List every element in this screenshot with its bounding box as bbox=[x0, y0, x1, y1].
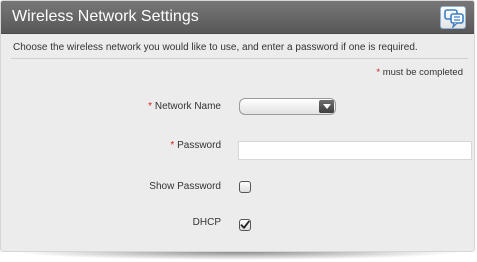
show-password-label: Show Password bbox=[149, 181, 221, 192]
password-field[interactable] bbox=[238, 141, 472, 160]
help-button[interactable] bbox=[440, 6, 466, 29]
required-star: * bbox=[148, 101, 153, 112]
title-bar: Wireless Network Settings bbox=[1, 1, 474, 34]
panel-shadow bbox=[14, 252, 461, 260]
password-label-text: Password bbox=[177, 140, 221, 151]
show-password-checkbox[interactable] bbox=[239, 181, 251, 193]
wireless-settings-panel: Wireless Network Settings Choose the wir… bbox=[0, 0, 475, 252]
window-title: Wireless Network Settings bbox=[12, 8, 199, 25]
password-label: * Password bbox=[170, 140, 221, 151]
intro-text: Choose the wireless network you would li… bbox=[13, 42, 418, 53]
required-note: * must be completed bbox=[376, 67, 463, 78]
required-note-text: must be completed bbox=[382, 67, 463, 78]
network-name-select[interactable] bbox=[239, 98, 336, 115]
dhcp-checkbox[interactable] bbox=[239, 219, 251, 231]
network-name-label-text: Network Name bbox=[154, 101, 221, 112]
required-star: * bbox=[170, 140, 175, 151]
required-star: * bbox=[376, 67, 381, 78]
help-chat-icon bbox=[444, 9, 464, 28]
chevron-down-icon[interactable] bbox=[319, 100, 334, 113]
checkmark-icon bbox=[240, 220, 250, 229]
divider bbox=[11, 58, 468, 59]
network-name-label: * Network Name bbox=[148, 101, 221, 112]
dhcp-label: DHCP bbox=[192, 217, 221, 228]
